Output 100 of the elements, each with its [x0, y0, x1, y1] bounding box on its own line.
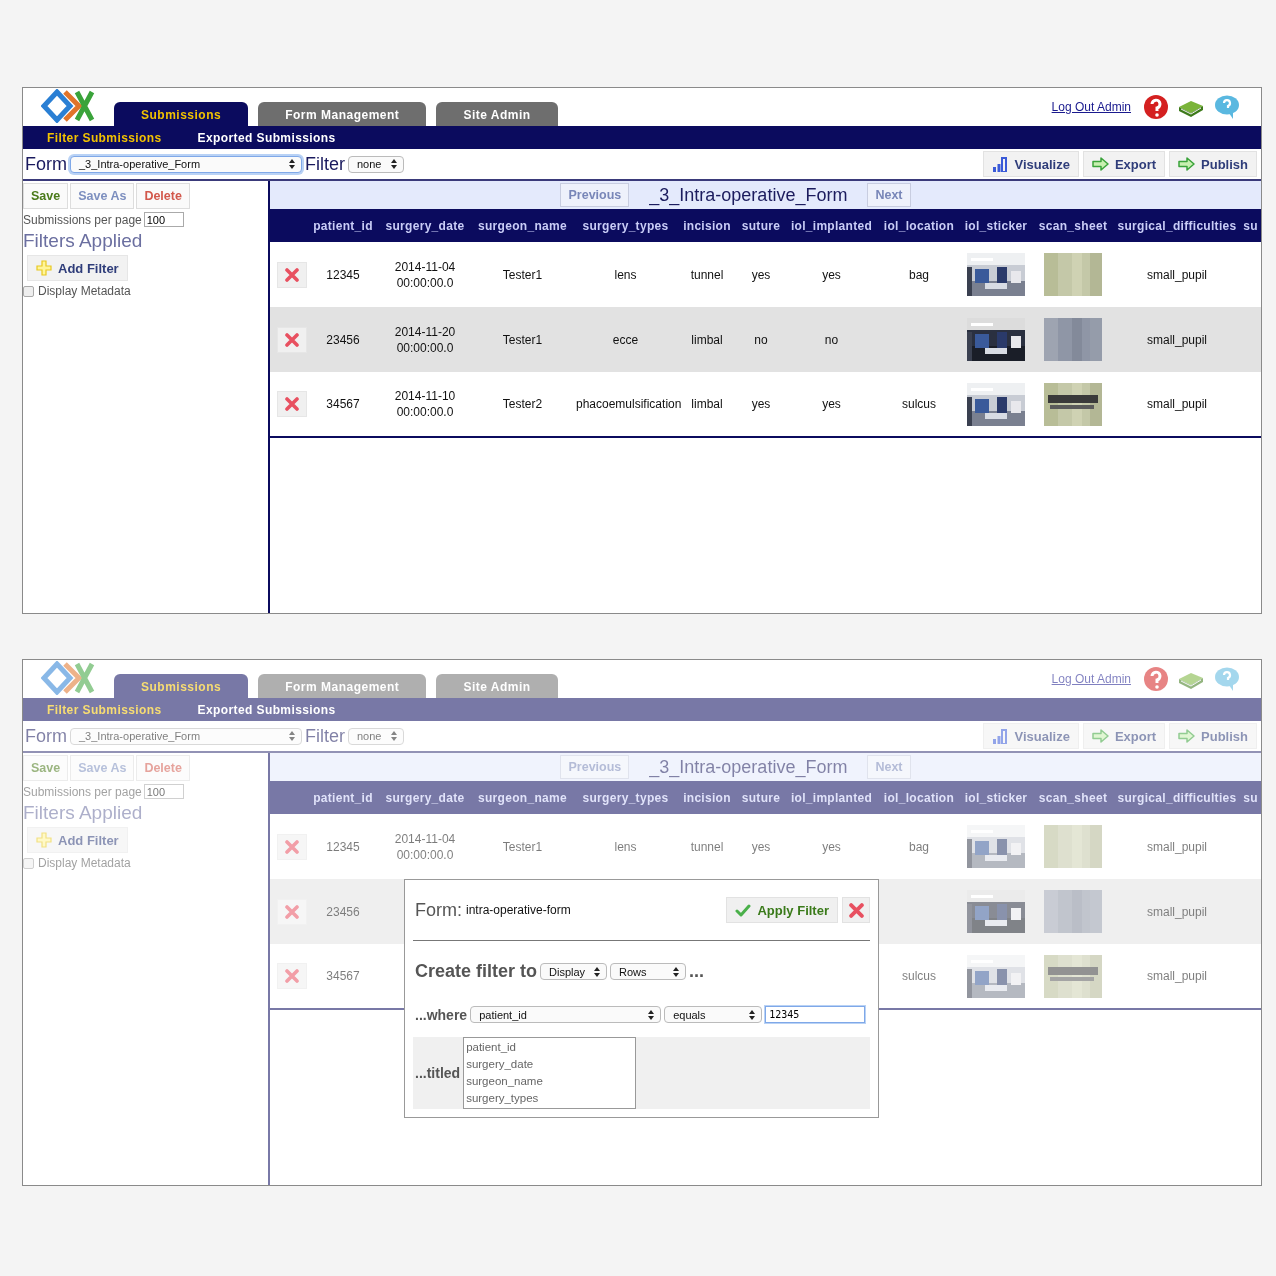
delete-row-button[interactable]	[277, 261, 307, 288]
sub-nav-link[interactable]: Exported Submissions	[197, 702, 336, 717]
table-cell: 34567	[326, 397, 360, 411]
sidebar-button[interactable]: Save As	[70, 183, 135, 209]
table-cell: ecce	[612, 332, 639, 347]
list-option[interactable]: surgeon_name	[466, 1073, 634, 1090]
value-field[interactable]: 12345	[765, 1006, 866, 1023]
close-button[interactable]	[842, 897, 870, 923]
column-header[interactable]: iol_sticker	[960, 781, 1032, 814]
column-header[interactable]: suture	[737, 209, 785, 242]
column-header[interactable]: su	[1240, 781, 1261, 814]
column-header[interactable]: iol_implanted	[785, 781, 878, 814]
table-cell: yes	[822, 267, 841, 282]
column-header[interactable]: iol_location	[878, 209, 960, 242]
check-icon	[735, 903, 752, 917]
sub-nav-link[interactable]: Filter Submissions	[47, 130, 162, 145]
list-option[interactable]: patient_id	[466, 1039, 634, 1056]
sidebar-button[interactable]: Save	[23, 183, 69, 209]
logout-link[interactable]: Log Out Admin	[1051, 672, 1131, 686]
column-header[interactable]: incision	[677, 781, 737, 814]
table-cell: tunnel	[690, 267, 724, 282]
toolbar-button[interactable]: Export	[1082, 723, 1166, 749]
nav-tab[interactable]: Submissions	[114, 102, 249, 126]
action-select[interactable]: Display	[540, 963, 608, 980]
nav-tab[interactable]: Form Management	[258, 102, 427, 126]
table-cell: yes	[751, 267, 771, 282]
toolbar-button[interactable]: Export	[1082, 151, 1166, 177]
form-select[interactable]: _3_Intra-operative_Form	[70, 727, 302, 745]
filter-select[interactable]: none	[348, 155, 404, 173]
field-select[interactable]: patient_id	[470, 1006, 662, 1023]
target-select[interactable]: Rows	[610, 963, 687, 980]
delete-row-button[interactable]	[277, 898, 307, 925]
column-list[interactable]: patient_id surgery_date surgeon_name surgery_types	[463, 1037, 637, 1109]
form-label: Form:	[415, 899, 462, 921]
filter-select[interactable]: none	[348, 727, 404, 745]
list-option[interactable]: surgery_types	[466, 1090, 634, 1107]
nav-tab[interactable]: Site Admin	[436, 102, 558, 126]
column-header[interactable]: surgery_date	[379, 209, 471, 242]
sub-nav-link[interactable]: Filter Submissions	[47, 702, 162, 717]
delete-row-button[interactable]	[277, 963, 307, 989]
table-cell: small_pupil	[1147, 332, 1207, 347]
logout-link[interactable]: Log Out Admin	[1051, 100, 1131, 114]
table-cell: yes	[751, 839, 771, 854]
column-header[interactable]: patient_id	[307, 209, 379, 242]
help-icon[interactable]	[1143, 666, 1169, 692]
per-page-field[interactable]: 100	[143, 784, 184, 799]
delete-icon	[285, 397, 299, 411]
column-header[interactable]: scan_sheet	[1032, 209, 1114, 242]
column-header[interactable]: surgery_types	[574, 209, 677, 242]
delete-row-button[interactable]	[277, 326, 307, 353]
delete-row-button[interactable]	[277, 833, 307, 860]
column-header[interactable]: iol_sticker	[960, 209, 1032, 242]
plus-icon	[36, 260, 52, 276]
column-header[interactable]: surgeon_name	[471, 781, 574, 814]
metadata-checkbox[interactable]	[23, 285, 34, 297]
table-cell: no	[754, 332, 768, 347]
delete-row-button[interactable]	[277, 391, 307, 417]
column-header[interactable]: iol_implanted	[785, 209, 878, 242]
operator-select[interactable]: equals	[664, 1006, 763, 1023]
sub-nav-link[interactable]: Exported Submissions	[197, 130, 336, 145]
column-header[interactable]: surgical_difficulties	[1114, 209, 1240, 242]
arrow-icon	[1178, 729, 1196, 743]
table-cell: sulcus	[902, 397, 936, 411]
arrow-icon	[1178, 157, 1196, 171]
toolbar-button[interactable]: Visualize	[983, 723, 1079, 749]
table-cell: small_pupil	[1147, 267, 1207, 282]
table-cell: limbal	[691, 397, 723, 411]
column-header[interactable]: patient_id	[307, 781, 379, 814]
table-cell: yes	[751, 397, 771, 411]
speech-bubble-icon[interactable]	[1213, 666, 1241, 692]
add-filter-button[interactable]: Add Filter	[27, 255, 128, 281]
column-header[interactable]: suture	[737, 781, 785, 814]
form-label: Form	[25, 153, 67, 175]
per-page-field[interactable]: 100	[143, 212, 184, 227]
delete-icon	[285, 904, 299, 919]
form-select[interactable]: _3_Intra-operative_Form	[70, 155, 302, 173]
apply-filter-button[interactable]: Apply Filter	[726, 897, 838, 923]
column-header[interactable]: surgeon_name	[471, 209, 574, 242]
metadata-checkbox[interactable]	[23, 857, 34, 869]
table-cell: 23456	[326, 332, 360, 347]
column-header[interactable]: incision	[677, 209, 737, 242]
column-header[interactable]: surgical_difficulties	[1114, 781, 1240, 814]
toolbar-button[interactable]: Publish	[1169, 151, 1257, 177]
toolbar-button[interactable]: Visualize	[983, 151, 1079, 177]
add-filter-button[interactable]: Add Filter	[27, 827, 128, 853]
column-header[interactable]: iol_location	[878, 781, 960, 814]
form-label: Form	[25, 725, 67, 747]
where-label: ...where	[415, 1006, 468, 1023]
column-header[interactable]: scan_sheet	[1032, 781, 1114, 814]
column-header[interactable]: surgery_date	[379, 781, 471, 814]
list-option[interactable]: surgery_date	[466, 1056, 634, 1073]
table-cell: tunnel	[690, 839, 724, 854]
sidebar-button[interactable]: Delete	[136, 183, 190, 209]
column-header[interactable]: surgery_types	[574, 781, 677, 814]
toolbar-button[interactable]: Publish	[1169, 723, 1257, 749]
column-header[interactable]: su	[1240, 209, 1261, 242]
caret-icon	[289, 159, 295, 169]
speech-bubble-icon[interactable]	[1213, 94, 1241, 120]
nav-tab[interactable]: Submissions	[114, 674, 249, 698]
help-icon[interactable]	[1143, 94, 1169, 120]
